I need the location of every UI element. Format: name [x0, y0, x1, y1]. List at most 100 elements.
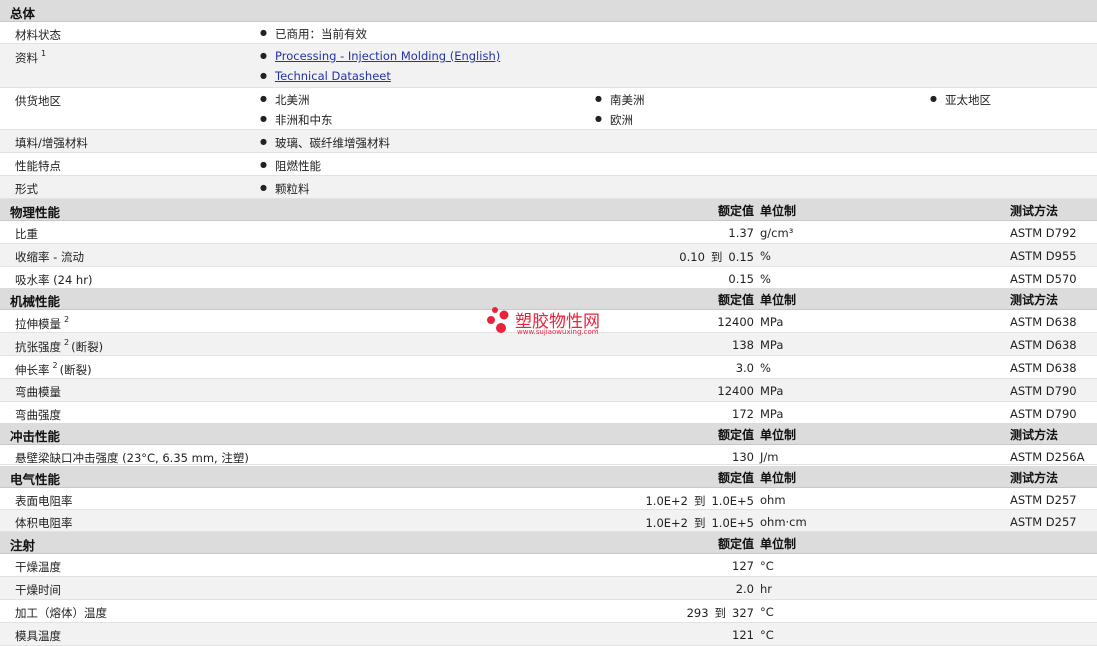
test-method: ASTM D256A [1010, 450, 1085, 464]
section-title: 机械性能 [10, 294, 61, 309]
table-row: 干燥时间 2.0 hr [0, 577, 1097, 600]
column-header-value: 额定值 [717, 537, 754, 551]
section-title: 注射 [10, 538, 36, 553]
row-label: 形式 [15, 182, 38, 196]
nominal-value: 138 [732, 338, 754, 352]
column-header-unit: 单位制 [760, 471, 797, 485]
row-material-status: 材料状态 已商用：当前有效 [0, 22, 1097, 44]
value-max: 1.37 [728, 226, 754, 240]
nominal-value: 172 [732, 407, 754, 421]
range-separator: 到 [714, 606, 727, 620]
nominal-value: 12400 [717, 384, 754, 398]
value-max: 1.0E+5 [711, 494, 754, 508]
table-row: 干燥温度 127 °C [0, 554, 1097, 577]
property-label: 抗张强度 2 (断裂) [15, 338, 104, 354]
value-max: 0.15 [728, 272, 754, 286]
row-label: 材料状态 [15, 28, 61, 42]
row-documents: 资料1 Processing - Injection Molding (Engl… [0, 44, 1097, 88]
list-item: 颗粒料 [260, 181, 310, 197]
section-header-general: 总体 [0, 0, 1097, 22]
property-label: 收缩率 - 流动 [15, 250, 84, 264]
unit-value: g/cm³ [760, 226, 794, 240]
list-item: 玻璃、碳纤维增强材料 [260, 135, 390, 151]
property-label: 干燥时间 [15, 583, 61, 597]
unit-value: MPa [760, 338, 784, 352]
property-label: 干燥温度 [15, 560, 61, 574]
table-row: 比重 1.37 g/cm³ ASTM D792 [0, 221, 1097, 244]
value-max: 127 [732, 559, 754, 573]
nominal-value: 3.0 [736, 361, 754, 375]
column-header-method: 测试方法 [1010, 293, 1059, 307]
watermark-url: www.sujiaowuxing.com [517, 328, 599, 336]
section-title: 总体 [10, 6, 36, 21]
table-row: 弯曲模量 12400 MPa ASTM D790 [0, 379, 1097, 402]
watermark-logo: 塑胶物性网 www.sujiaowuxing.com [486, 305, 626, 343]
column-header-value: 额定值 [717, 204, 754, 218]
footnote-marker: 1 [41, 49, 47, 58]
footnote-marker: 2 [52, 361, 58, 370]
nominal-value: 0.10 到 0.15 [679, 249, 754, 265]
list-item: Technical Datasheet [260, 69, 391, 83]
table-row: 模具温度 121 °C [0, 623, 1097, 646]
test-method: ASTM D792 [1010, 226, 1077, 240]
range-separator: 到 [693, 516, 706, 530]
nominal-value: 1.0E+2 到 1.0E+5 [645, 515, 754, 531]
test-method: ASTM D790 [1010, 407, 1077, 421]
nominal-value: 12400 [717, 315, 754, 329]
test-method: ASTM D638 [1010, 338, 1077, 352]
table-row: 表面电阻率 1.0E+2 到 1.0E+5 ohm ASTM D257 [0, 488, 1097, 510]
row-supply-region: 供货地区 北美洲 南美洲 亚太地区 非洲和中东 欧洲 [0, 88, 1097, 130]
nominal-value: 121 [732, 628, 754, 642]
unit-value: MPa [760, 384, 784, 398]
table-row: 体积电阻率 1.0E+2 到 1.0E+5 ohm·cm ASTM D257 [0, 510, 1097, 532]
list-item: 南美洲 [595, 92, 645, 108]
property-label: 弯曲模量 [15, 385, 61, 399]
doc-link-injection-molding[interactable]: Processing - Injection Molding (English) [275, 49, 500, 63]
list-item: 非洲和中东 [260, 112, 333, 128]
column-header-value: 额定值 [717, 428, 754, 442]
list-item: 已商用：当前有效 [260, 26, 367, 42]
nominal-value: 0.15 [728, 272, 754, 286]
test-method: ASTM D638 [1010, 315, 1077, 329]
column-header-value: 额定值 [717, 471, 754, 485]
section-header-impact: 冲击性能 额定值 单位制 测试方法 [0, 423, 1097, 445]
property-condition: (断裂) [59, 363, 92, 377]
nominal-value: 127 [732, 559, 754, 573]
value-max: 12400 [717, 315, 754, 329]
property-label: 吸水率 (24 hr) [15, 273, 93, 287]
footnote-marker: 2 [64, 315, 70, 324]
row-label: 供货地区 [15, 94, 61, 108]
section-title: 冲击性能 [10, 429, 61, 444]
value-min: 1.0E+2 [645, 494, 688, 508]
value-min: 0.10 [679, 250, 705, 264]
range-separator: 到 [693, 494, 706, 508]
value-max: 2.0 [735, 582, 754, 596]
section-header-injection: 注射 额定值 单位制 [0, 532, 1097, 554]
table-row: 弯曲强度 172 MPa ASTM D790 [0, 402, 1097, 425]
property-condition: (断裂) [71, 340, 104, 354]
column-header-method: 测试方法 [1010, 471, 1059, 485]
unit-value: °C [760, 559, 774, 573]
table-row: 伸长率 2 (断裂) 3.0% ASTM D638 [0, 356, 1097, 379]
watermark-dots-icon [487, 307, 509, 333]
range-separator: 到 [710, 250, 723, 264]
list-item: Processing - Injection Molding (English) [260, 49, 500, 63]
column-header-method: 测试方法 [1010, 428, 1059, 442]
unit-value: °C [760, 605, 774, 619]
property-label: 悬壁梁缺口冲击强度 (23°C, 6.35 mm, 注塑) [15, 451, 249, 465]
table-row: 吸水率 (24 hr) 0.15% ASTM D570 [0, 267, 1097, 290]
column-header-value: 额定值 [717, 293, 754, 307]
section-header-physical: 物理性能 额定值 单位制 测试方法 [0, 199, 1097, 221]
doc-link-technical-datasheet[interactable]: Technical Datasheet [275, 69, 391, 83]
list-item: 欧洲 [595, 112, 633, 128]
unit-value: % [760, 249, 771, 263]
unit-value: ohm [760, 493, 786, 507]
unit-value: hr [760, 582, 773, 596]
property-label: 弯曲强度 [15, 408, 61, 422]
nominal-value: 2.0 [736, 582, 754, 596]
row-features: 性能特点 阻燃性能 [0, 153, 1097, 176]
unit-value: MPa [760, 315, 784, 329]
nominal-value: 1.37 [728, 226, 754, 240]
test-method: ASTM D638 [1010, 361, 1077, 375]
list-item: 北美洲 [260, 92, 310, 108]
